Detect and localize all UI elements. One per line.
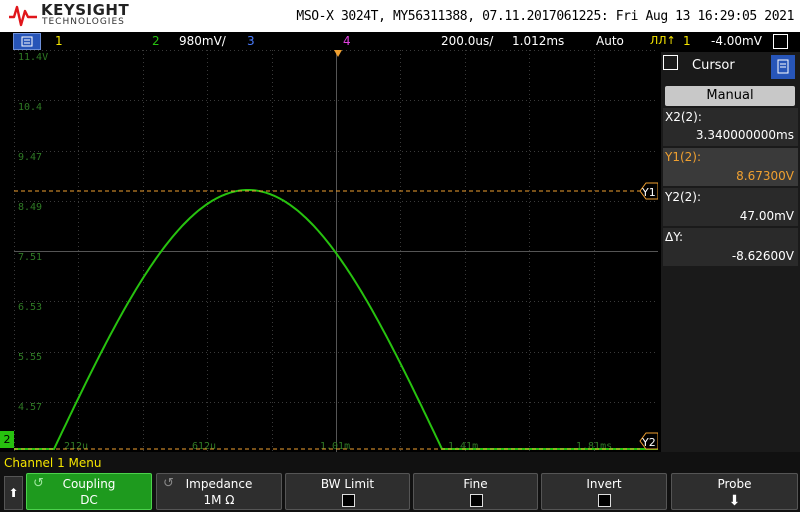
bw-limit-checkbox[interactable] [341,494,355,507]
fine-checkbox[interactable] [469,494,483,507]
waveform-display[interactable]: 11.4V 10.4 9.47 8.49 7.51 6.53 5.55 4.57 212u 612… [14,50,658,452]
y2-cursor-marker: Y2 [639,432,658,450]
main-menu-button[interactable] [13,33,41,50]
softkey-invert-label: Invert [586,477,622,491]
y-axis-label: 5.55 [18,352,42,363]
softkey-fine-label: Fine [463,477,488,491]
softkey-impedance[interactable]: ↺ Impedance 1M Ω [156,473,282,510]
y1-label: Y1(2): [665,150,702,164]
softkey-probe[interactable]: Probe ⬇ [671,473,798,510]
trigger-position-marker [334,50,342,57]
down-arrow-icon: ⬇ [728,493,741,509]
x-axis-label: 1.41m [448,441,478,452]
y-axis-label: 11.4V [18,52,48,63]
trigger-edge-icon: ЛЛ↑ [650,34,676,47]
ch1-indicator[interactable]: 1 [55,34,63,48]
y-axis-label: 7.51 [18,252,42,263]
window-toggle-icon[interactable] [773,34,788,49]
menu-icon [777,59,789,74]
softkey-bw-limit-label: BW Limit [320,477,375,491]
y-axis-label: 10.4 [18,102,42,113]
menu-icon [21,36,33,47]
softkey-fine[interactable]: Fine [413,473,538,510]
y1-value: 8.67300V [736,169,794,183]
keysight-logo-icon [9,5,37,27]
x-axis-label: 1.01m [320,441,350,452]
softkey-impedance-value: 1M Ω [203,493,235,507]
panel-toggle-icon[interactable] [663,55,678,70]
y1-marker-label: Y1 [641,186,656,199]
up-arrow-icon: ⬆ [8,486,19,500]
ch2-scale[interactable]: 980mV/ [179,34,226,48]
y-axis-label: 9.47 [18,152,42,163]
panel-title: Cursor [692,58,735,73]
softkey-coupling-value: DC [80,493,98,507]
delta-y-label: ΔY: [665,230,683,244]
trigger-mode[interactable]: Auto [596,34,624,48]
y2-label: Y2(2): [665,190,702,204]
ch3-indicator[interactable]: 3 [247,34,255,48]
cursor-mode-button[interactable]: Manual [665,86,795,106]
softkey-impedance-label: Impedance [185,477,253,491]
softkey-invert[interactable]: Invert [541,473,667,510]
x2-label: X2(2): [665,110,702,124]
brand-subtitle: TECHNOLOGIES [42,17,125,27]
x-axis-label: 212u [64,441,88,452]
status-bar: 1 2 980mV/ 3 4 200.0us/ 1.012ms Auto ЛЛ↑… [0,32,800,50]
trigger-source[interactable]: 1 [683,34,691,48]
panel-menu-button[interactable] [771,55,795,79]
ch2-ground-marker[interactable]: 2 [0,431,14,448]
x-axis-label: 612u [192,441,216,452]
y-axis-label: 8.49 [18,202,42,213]
menu-back-button[interactable]: ⬆ [4,476,23,510]
softkey-probe-label: Probe [717,477,752,491]
x-axis-label: 1.81ms [576,441,612,452]
y2-value: 47.00mV [739,209,794,223]
instrument-info: MSO-X 3024T, MY56311388, 07.11.201706122… [296,9,794,24]
timebase-value[interactable]: 200.0us/ [441,34,493,48]
softkey-coupling-label: Coupling [62,477,116,491]
y2-marker-label: Y2 [641,436,656,449]
invert-checkbox[interactable] [598,494,611,507]
delay-value[interactable]: 1.012ms [512,34,564,48]
y-axis-label: 4.57 [18,402,42,413]
ch2-indicator[interactable]: 2 [152,34,160,48]
menu-title: Channel 1 Menu [4,456,102,470]
trigger-level[interactable]: -4.00mV [711,34,762,48]
softkey-bw-limit[interactable]: BW Limit [285,473,410,510]
y-axis-label: 6.53 [18,302,42,313]
delta-y-value: -8.62600V [731,249,794,263]
softkey-coupling[interactable]: ↺ Coupling DC [26,473,152,510]
ch4-indicator[interactable]: 4 [343,34,351,48]
x2-value: 3.340000000ms [695,128,794,142]
y1-cursor-marker: Y1 [639,182,658,200]
